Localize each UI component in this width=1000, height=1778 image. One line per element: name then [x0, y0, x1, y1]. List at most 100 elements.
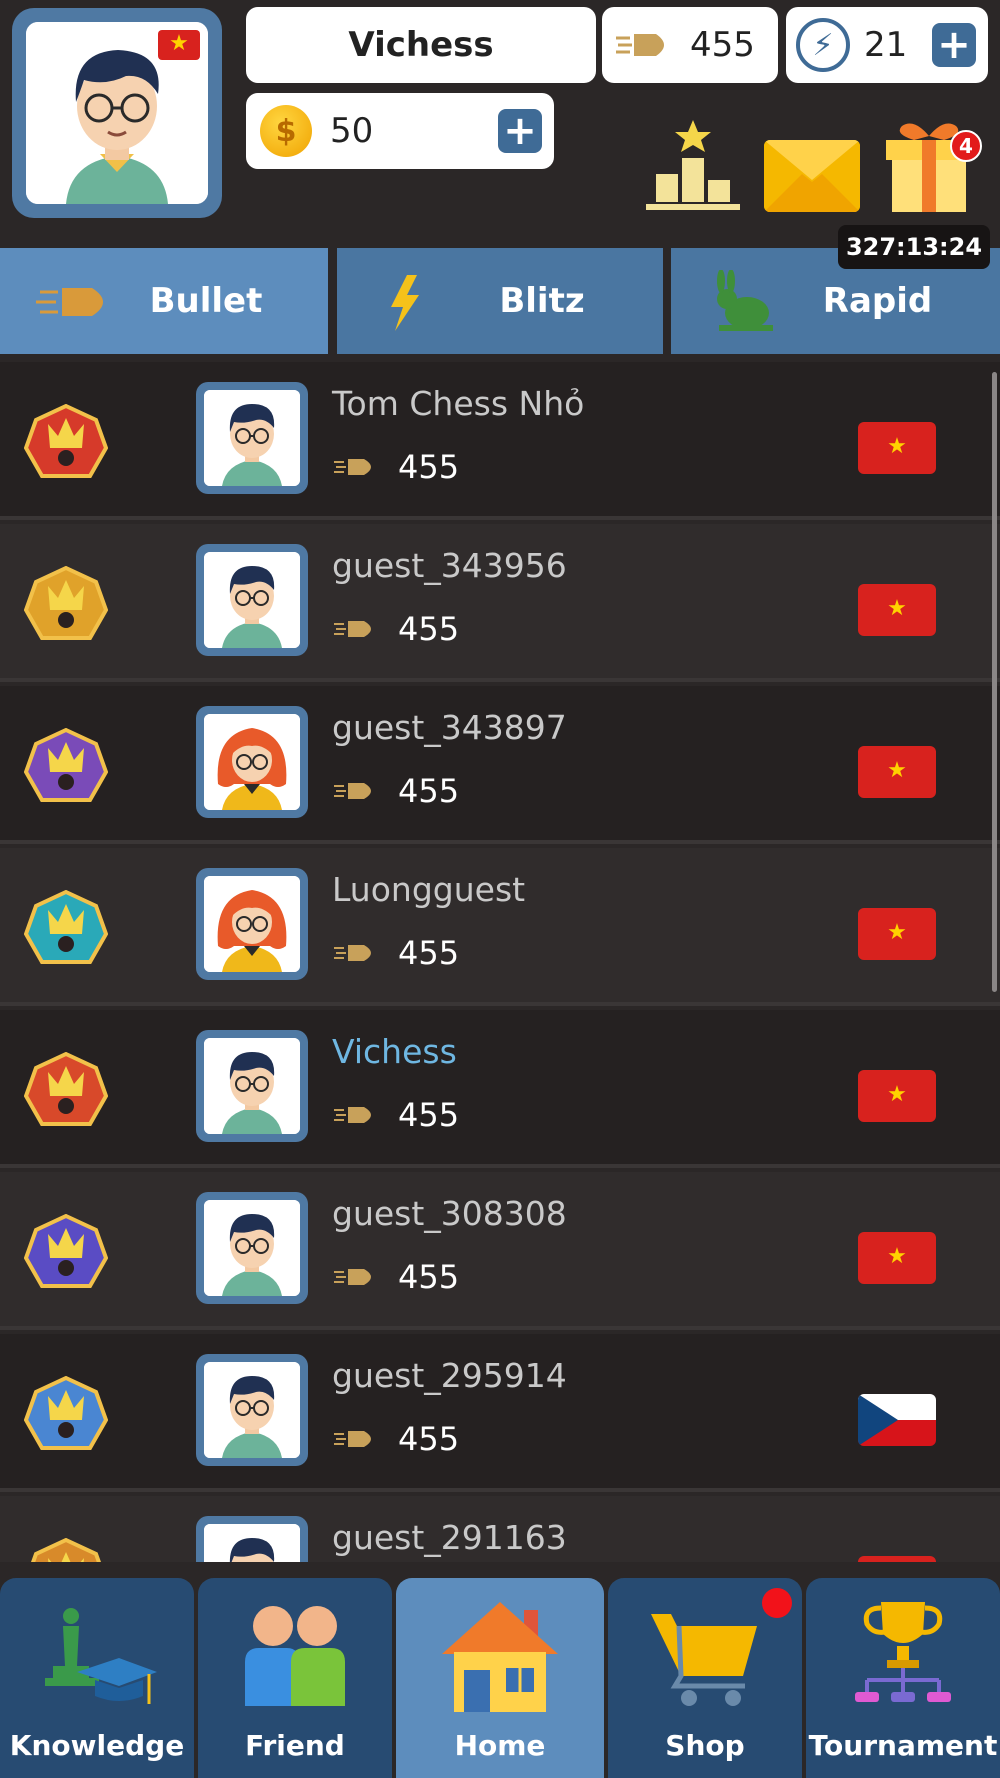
- coin-icon: $: [260, 105, 312, 157]
- tab-bullet[interactable]: Bullet: [0, 248, 328, 354]
- flag-star-icon: ★: [887, 433, 907, 459]
- player-avatar[interactable]: [196, 1354, 308, 1466]
- list-item[interactable]: guest_343956 455 ★: [0, 524, 1000, 682]
- list-item[interactable]: Luongguest 455 ★: [0, 848, 1000, 1006]
- energy-lightning-icon: ⚡: [796, 18, 850, 72]
- czech-flag-icon: [858, 1394, 936, 1446]
- bullet-icon: [334, 945, 371, 961]
- player-score: 455: [334, 448, 459, 486]
- bullet-icon: [334, 1107, 371, 1123]
- rank-emblem-icon: [31, 1538, 101, 1562]
- friends-icon: [245, 1606, 345, 1706]
- gift-count-badge: 4: [950, 130, 982, 162]
- player-name: guest_308308: [332, 1194, 567, 1233]
- tab-blitz[interactable]: Blitz: [337, 248, 663, 354]
- player-name: guest_291163: [332, 1518, 567, 1557]
- gift-timer: 327:13:24: [838, 225, 990, 269]
- nav-friend[interactable]: Friend: [198, 1578, 392, 1778]
- add-coins-button[interactable]: +: [498, 109, 542, 153]
- bullet-rating-display: 455: [602, 7, 778, 83]
- player-name: guest_295914: [332, 1356, 567, 1395]
- player-avatar[interactable]: [196, 1192, 308, 1304]
- bullet-icon: [334, 783, 371, 799]
- player-score: 455: [334, 1258, 459, 1296]
- rank-emblem-icon: [24, 728, 108, 802]
- rank-emblem-icon: [24, 1052, 108, 1126]
- rank-emblem-icon: [24, 566, 108, 640]
- leaderboard-list[interactable]: guest_291163455★guest_295914455guest_308…: [0, 362, 1000, 1562]
- profile-avatar[interactable]: ★: [12, 8, 222, 218]
- list-item[interactable]: guest_308308 455 ★: [0, 1172, 1000, 1330]
- add-energy-button[interactable]: +: [932, 23, 976, 67]
- home-icon: [442, 1602, 558, 1712]
- energy-value: 21: [864, 25, 908, 65]
- coin-value: 50: [330, 111, 374, 151]
- tab-bullet-label: Bullet: [149, 281, 263, 321]
- username-display: Vichess: [246, 7, 596, 83]
- vietnam-flag-icon: ★: [858, 908, 936, 960]
- vietnam-flag-icon: ★: [858, 1232, 936, 1284]
- nav-tournament-label: Tournament: [808, 1729, 998, 1762]
- leaderboard-icon[interactable]: [646, 118, 740, 214]
- vietnam-flag-icon: ★: [858, 1070, 936, 1122]
- bullet-icon: [334, 1269, 371, 1285]
- nav-friend-label: Friend: [245, 1729, 345, 1762]
- player-avatar[interactable]: [196, 382, 308, 494]
- flag-star-icon: ★: [887, 595, 907, 621]
- vietnam-flag-icon: ★: [858, 584, 936, 636]
- player-score: 455: [334, 772, 459, 810]
- coin-display: $ 50 +: [246, 93, 554, 169]
- nav-home[interactable]: Home: [396, 1578, 604, 1778]
- tab-rapid-label: Rapid: [822, 281, 933, 321]
- player-score: 455: [334, 1420, 459, 1458]
- list-item[interactable]: guest_291163455★: [0, 1496, 1000, 1562]
- bullet-icon: [334, 621, 371, 637]
- nav-tournament[interactable]: Tournament: [806, 1578, 1000, 1778]
- rank-emblem-icon: [24, 890, 108, 964]
- player-avatar[interactable]: [196, 868, 308, 980]
- player-score-value: 455: [398, 1096, 460, 1134]
- list-item[interactable]: guest_295914 455: [0, 1334, 1000, 1492]
- player-score: 455: [334, 610, 459, 648]
- bottom-navigation: Knowledge Friend Home Shop Tournament: [0, 1578, 1000, 1778]
- list-item[interactable]: Tom Chess Nhỏ 455 ★: [0, 362, 1000, 520]
- player-avatar[interactable]: [196, 1030, 308, 1142]
- bullet-icon: [616, 34, 664, 56]
- flag-star-icon: ★: [887, 1243, 907, 1269]
- nav-home-label: Home: [454, 1729, 546, 1762]
- player-score-value: 455: [398, 934, 460, 972]
- player-score: 455: [334, 934, 459, 972]
- list-scrollbar[interactable]: [992, 372, 997, 992]
- bullet-icon: [334, 1431, 371, 1447]
- rank-emblem-icon: [24, 1214, 108, 1288]
- nav-knowledge[interactable]: Knowledge: [0, 1578, 194, 1778]
- bullet-icon: [334, 459, 371, 475]
- shop-notification-dot: [762, 1588, 792, 1618]
- nav-shop-label: Shop: [665, 1729, 745, 1762]
- rank-emblem-icon: [24, 1376, 108, 1450]
- vietnam-flag-icon: ★: [158, 30, 200, 60]
- profile-header: ★ Vichess 455 ⚡ 21 + $ 50 + 4: [0, 0, 1000, 240]
- player-score-value: 455: [398, 1258, 460, 1296]
- player-name: Vichess: [332, 1032, 457, 1071]
- nav-knowledge-label: Knowledge: [9, 1729, 185, 1762]
- flag-star-icon: ★: [887, 919, 907, 945]
- flag-star-icon: ★: [887, 757, 907, 783]
- player-name: Tom Chess Nhỏ: [332, 384, 585, 423]
- player-score-value: 455: [398, 610, 460, 648]
- mail-icon[interactable]: [764, 140, 860, 212]
- flag-star-icon: ★: [887, 1081, 907, 1107]
- player-avatar[interactable]: [196, 706, 308, 818]
- player-score-value: 455: [398, 772, 460, 810]
- list-item[interactable]: Vichess 455 ★: [0, 1010, 1000, 1168]
- player-name: Luongguest: [332, 870, 526, 909]
- trophy-icon: [855, 1602, 951, 1702]
- vietnam-flag-icon: ★: [858, 422, 936, 474]
- player-score-value: 455: [398, 448, 460, 486]
- list-item[interactable]: guest_343897 455 ★: [0, 686, 1000, 844]
- player-avatar[interactable]: [196, 544, 308, 656]
- vietnam-flag-icon: ★: [858, 746, 936, 798]
- energy-display: ⚡ 21 +: [786, 7, 988, 83]
- player-avatar[interactable]: [196, 1516, 308, 1562]
- player-score: 455: [334, 1096, 459, 1134]
